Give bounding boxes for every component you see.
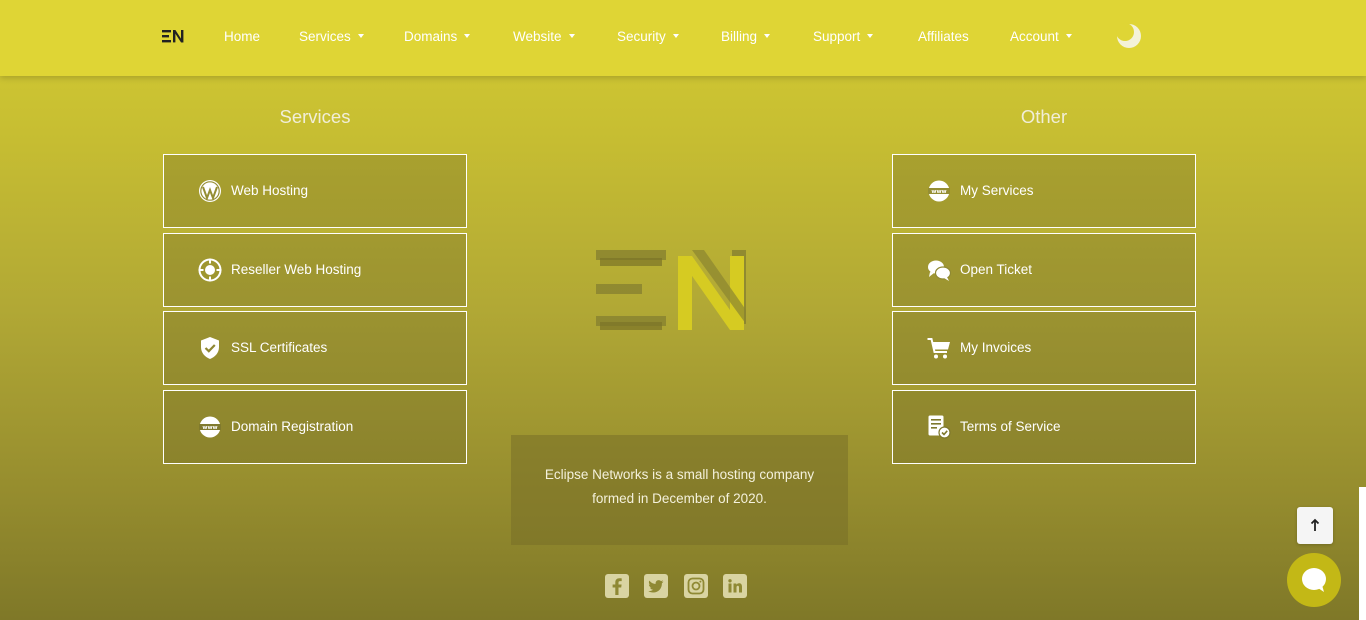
instagram-icon[interactable] — [684, 574, 708, 598]
shield-check-icon — [201, 337, 219, 359]
page-edge-strip — [1359, 487, 1366, 620]
caret-down-icon — [1065, 34, 1072, 39]
nav-domains[interactable]: Domains — [404, 28, 471, 46]
top-navbar: Home Services Domains Website Security B… — [0, 0, 1366, 76]
other-card-my-services[interactable]: www My Services — [892, 154, 1196, 228]
document-check-icon — [928, 415, 951, 439]
nav-home-label: Home — [224, 29, 261, 44]
svg-text:www: www — [202, 425, 217, 431]
live-chat-button[interactable] — [1287, 553, 1341, 607]
other-card-my-invoices[interactable]: My Invoices — [892, 311, 1196, 385]
nav-support-label: Support — [813, 29, 861, 44]
back-to-top-button[interactable] — [1297, 507, 1333, 544]
chat-bubble-icon — [1302, 568, 1326, 592]
cart-icon — [927, 338, 950, 359]
nav-security-label: Security — [617, 29, 666, 44]
nav-security[interactable]: Security — [617, 28, 679, 46]
other-label: My Services — [960, 183, 1034, 198]
other-card-terms[interactable]: Terms of Service — [892, 390, 1196, 464]
moon-icon[interactable] — [1115, 22, 1143, 50]
service-card-ssl[interactable]: SSL Certificates — [163, 311, 467, 385]
caret-down-icon — [357, 34, 364, 39]
service-label: Domain Registration — [231, 419, 354, 434]
caret-down-icon — [464, 34, 471, 39]
twitter-icon[interactable] — [644, 574, 668, 598]
other-label: Open Ticket — [960, 262, 1033, 277]
about-box: Eclipse Networks is a small hosting comp… — [511, 435, 848, 545]
nav-billing[interactable]: Billing — [721, 28, 771, 46]
nav-services-label: Services — [299, 29, 351, 44]
wordpress-icon — [199, 180, 221, 202]
other-label: Terms of Service — [960, 419, 1061, 434]
nav-website[interactable]: Website — [513, 28, 575, 46]
caret-down-icon — [867, 34, 874, 39]
facebook-icon[interactable] — [605, 574, 629, 598]
about-text: Eclipse Networks is a small hosting comp… — [544, 467, 815, 506]
nav-affiliates[interactable]: Affiliates — [918, 28, 969, 46]
service-card-reseller-hosting[interactable]: Reseller Web Hosting — [163, 233, 467, 307]
nav-home[interactable]: Home — [224, 28, 260, 46]
service-card-web-hosting[interactable]: Web Hosting — [163, 154, 467, 228]
service-card-domain-registration[interactable]: www Domain Registration — [163, 390, 467, 464]
brand-logo-large — [596, 250, 746, 330]
services-title: Services — [279, 106, 351, 127]
service-label: Web Hosting — [231, 183, 309, 198]
nav-billing-label: Billing — [721, 29, 758, 44]
linkedin-icon[interactable] — [723, 574, 747, 598]
other-card-open-ticket[interactable]: Open Ticket — [892, 233, 1196, 307]
nav-website-label: Website — [513, 29, 562, 44]
nav-account-label: Account — [1010, 29, 1059, 44]
nav-account[interactable]: Account — [1010, 28, 1072, 46]
service-label: Reseller Web Hosting — [231, 262, 362, 277]
caret-down-icon — [764, 34, 771, 39]
chat-bubbles-icon — [928, 260, 951, 281]
reseller-icon — [198, 258, 222, 282]
caret-down-icon — [568, 34, 575, 39]
other-label: My Invoices — [960, 340, 1032, 355]
service-label: SSL Certificates — [231, 340, 328, 355]
www-icon: www — [928, 180, 950, 202]
brand-logo[interactable] — [162, 28, 186, 44]
other-title: Other — [1020, 106, 1068, 127]
nav-services[interactable]: Services — [299, 28, 364, 46]
nav-affiliates-label: Affiliates — [918, 29, 969, 44]
svg-text:www: www — [931, 189, 946, 195]
www-icon: www — [199, 416, 221, 438]
caret-down-icon — [672, 34, 679, 39]
nav-domains-label: Domains — [404, 29, 458, 44]
nav-support[interactable]: Support — [813, 28, 874, 46]
arrow-up-icon — [1310, 518, 1320, 531]
